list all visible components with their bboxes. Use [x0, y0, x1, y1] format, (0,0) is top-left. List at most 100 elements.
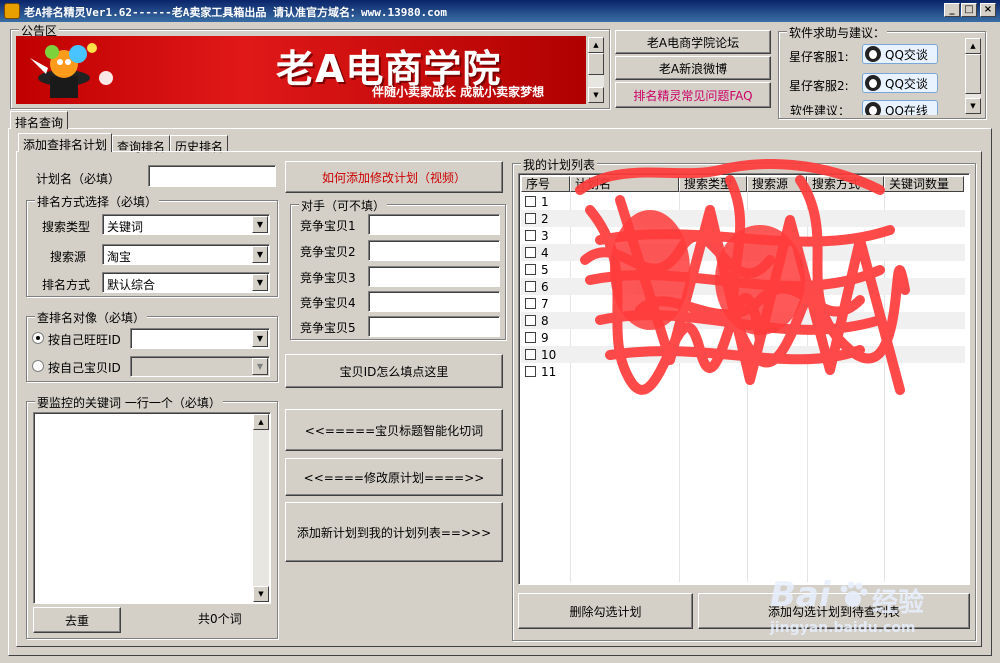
rival2-label: 竞争宝贝2 — [300, 245, 356, 259]
table-row[interactable]: 9 — [521, 329, 965, 346]
row-index: 1 — [541, 195, 549, 209]
by-item-label[interactable]: 按自己宝贝ID — [48, 359, 121, 376]
keywords-scrollbar[interactable]: ▲ ▼ — [253, 414, 269, 602]
row-checkbox[interactable] — [525, 349, 536, 360]
suggest-qq-button[interactable]: QQ在线 — [862, 100, 938, 115]
scroll-up-icon[interactable]: ▲ — [253, 414, 269, 430]
scroll-thumb[interactable] — [588, 53, 604, 75]
scroll-down-icon[interactable]: ▼ — [965, 98, 981, 114]
chevron-down-icon[interactable]: ▼ — [252, 274, 268, 291]
faq-button[interactable]: 排名精灵常见问题FAQ — [615, 82, 771, 108]
qq-penguin-icon — [865, 102, 881, 115]
row-checkbox[interactable] — [525, 298, 536, 309]
item-id-help-button[interactable]: 宝贝ID怎么填点这里 — [285, 354, 503, 388]
row-index: 5 — [541, 263, 549, 277]
by-wangwang-radio[interactable] — [32, 332, 44, 344]
modify-plan-button[interactable]: <<====修改原计划====>> — [285, 458, 503, 496]
table-row[interactable]: 8 — [521, 312, 965, 329]
table-row[interactable]: 5 — [521, 261, 965, 278]
delete-checked-button[interactable]: 删除勾选计划 — [518, 593, 693, 629]
table-row[interactable]: 4 — [521, 244, 965, 261]
add-plan-button[interactable]: 添加新计划到我的计划列表==>>> — [285, 502, 503, 562]
chevron-down-icon[interactable]: ▼ — [252, 216, 268, 233]
search-type-select[interactable]: 关键词 ▼ — [102, 214, 270, 235]
row-index: 7 — [541, 297, 549, 311]
chevron-down-icon[interactable]: ▼ — [252, 330, 268, 347]
row-checkbox[interactable] — [525, 213, 536, 224]
by-item-radio[interactable] — [32, 360, 44, 372]
scroll-thumb[interactable] — [965, 54, 981, 94]
rival4-input[interactable] — [368, 291, 500, 312]
table-row[interactable]: 7 — [521, 295, 965, 312]
search-source-select[interactable]: 淘宝 ▼ — [102, 244, 270, 265]
split-title-button[interactable]: <<=====宝贝标题智能化切词 — [285, 409, 503, 451]
support1-qq-button[interactable]: QQ交谈 — [862, 44, 938, 64]
search-type-label: 搜索类型 — [42, 220, 91, 234]
tab-rank-query[interactable]: 排名查询 — [10, 111, 69, 130]
column-header-search-method[interactable]: 搜索方式 — [807, 176, 884, 192]
rival1-input[interactable] — [368, 214, 500, 235]
suggest-row-clip: 软件建议： QQ在线 — [784, 98, 964, 115]
dedupe-button[interactable]: 去重 — [33, 607, 121, 633]
search-source-value: 淘宝 — [107, 250, 132, 264]
by-wangwang-label[interactable]: 按自己旺旺ID — [48, 331, 121, 348]
row-checkbox[interactable] — [525, 264, 536, 275]
row-checkbox[interactable] — [525, 230, 536, 241]
row-checkbox[interactable] — [525, 247, 536, 258]
support2-qq-button[interactable]: QQ交谈 — [862, 73, 938, 93]
keywords-textarea[interactable] — [33, 412, 271, 604]
tab-add-plan[interactable]: 添加查排名计划 — [18, 133, 113, 152]
rival3-input[interactable] — [368, 266, 500, 287]
row-index: 10 — [541, 348, 557, 362]
minimize-button[interactable]: _ — [944, 3, 960, 17]
row-checkbox[interactable] — [525, 315, 536, 326]
scroll-up-icon[interactable]: ▲ — [965, 38, 981, 54]
column-header-keyword-count[interactable]: 关键词数量 — [884, 176, 964, 192]
paw-icon — [840, 581, 868, 607]
word-count: 共0个词 — [198, 612, 242, 626]
notice-banner[interactable]: 老A电商学院 伴随小卖家成长 成就小卖家梦想 — [16, 36, 586, 104]
support2-label: 星仔客服2: — [789, 79, 849, 93]
table-row[interactable]: 1 — [521, 193, 965, 210]
sort-method-value: 默认综合 — [107, 278, 156, 292]
notice-scrollbar[interactable]: ▲ ▼ — [588, 37, 604, 103]
qq-chat-label: QQ交谈 — [885, 47, 928, 62]
scroll-down-icon[interactable]: ▼ — [588, 87, 604, 103]
column-header-index[interactable]: 序号 — [521, 176, 570, 192]
table-row[interactable]: 3 — [521, 227, 965, 244]
maximize-button[interactable]: □ — [961, 3, 977, 17]
table-row[interactable]: 11 — [521, 363, 965, 380]
help-scrollbar[interactable]: ▲ ▼ — [965, 38, 981, 114]
forum-button[interactable]: 老A电商学院论坛 — [615, 30, 771, 54]
wangwang-select[interactable]: ▼ — [130, 328, 270, 349]
title-bar: 老A排名精灵Ver1.62------老A卖家工具箱出品 请认准官方域名：www… — [0, 0, 1000, 22]
row-checkbox[interactable] — [525, 332, 536, 343]
table-row[interactable]: 10 — [521, 346, 965, 363]
close-button[interactable]: × — [980, 3, 996, 17]
plan-list[interactable]: 序号 计划名 搜索类型 搜索源 搜索方式 关键词数量 1 2 3 4 5 6 7 8 9 10 11 — [518, 173, 970, 585]
keywords-group-title: 要监控的关键词 一行一个（必填） — [35, 394, 223, 411]
scroll-down-icon[interactable]: ▼ — [253, 586, 269, 602]
column-header-search-type[interactable]: 搜索类型 — [679, 176, 747, 192]
table-row[interactable]: 2 — [521, 210, 965, 227]
sort-method-label: 排名方式 — [42, 278, 91, 292]
chevron-down-icon[interactable]: ▼ — [252, 246, 268, 263]
row-checkbox[interactable] — [525, 281, 536, 292]
plan-name-input[interactable] — [148, 165, 276, 187]
rival2-input[interactable] — [368, 240, 500, 261]
sort-method-select[interactable]: 默认综合 ▼ — [102, 272, 270, 293]
column-header-search-source[interactable]: 搜索源 — [747, 176, 807, 192]
app-icon — [4, 3, 20, 19]
column-header-plan-name[interactable]: 计划名 — [570, 176, 679, 192]
row-index: 6 — [541, 280, 549, 294]
row-checkbox[interactable] — [525, 366, 536, 377]
suggest-label: 软件建议： — [790, 104, 851, 115]
weibo-button[interactable]: 老A新浪微博 — [615, 56, 771, 80]
tab-query-rank[interactable]: 查询排名 — [112, 135, 171, 154]
tab-history-rank[interactable]: 历史排名 — [170, 135, 229, 154]
table-row[interactable]: 6 — [521, 278, 965, 295]
scroll-up-icon[interactable]: ▲ — [588, 37, 604, 53]
video-help-button[interactable]: 如何添加修改计划（视频） — [285, 161, 503, 193]
rival5-input[interactable] — [368, 316, 500, 337]
row-checkbox[interactable] — [525, 196, 536, 207]
